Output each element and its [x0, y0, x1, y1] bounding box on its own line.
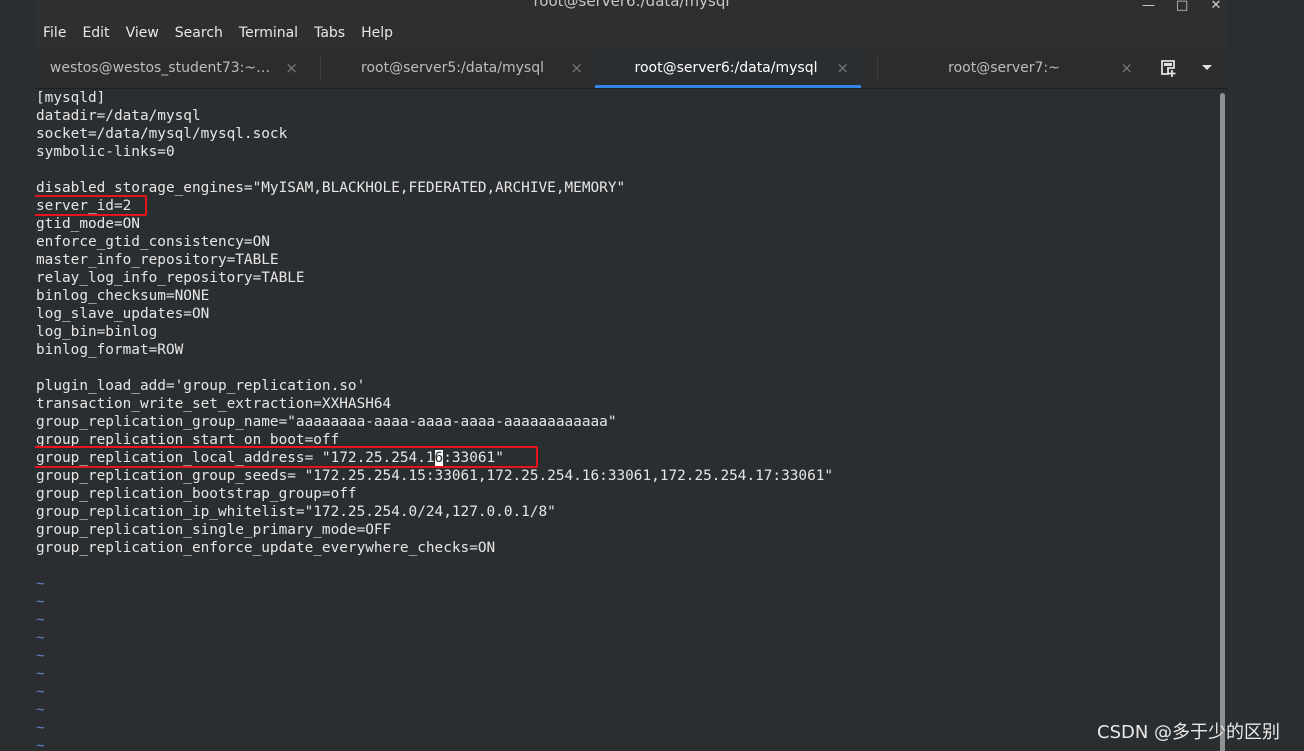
chevron-down-icon[interactable]: [1198, 58, 1216, 76]
terminal-line: [mysqld]: [36, 90, 106, 106]
menu-tabs[interactable]: Tabs: [306, 25, 353, 41]
terminal-line: group_replication_group_seeds= "172.25.2…: [36, 468, 834, 484]
tab-bar: westos@westos_student73:~… × root@server…: [35, 48, 1228, 89]
tab-close-icon[interactable]: ×: [1120, 59, 1133, 77]
terminal-line: group_replication_enforce_update_everywh…: [36, 540, 496, 556]
empty-line-tilde: ~: [36, 576, 45, 592]
terminal-line: symbolic-links=0: [36, 144, 175, 160]
tab-close-icon[interactable]: ×: [285, 59, 298, 77]
terminal-line: enforce_gtid_consistency=ON: [36, 234, 270, 250]
terminal-line: binlog_checksum=NONE: [36, 288, 210, 304]
terminal-line: group_replication_group_name="aaaaaaaa-a…: [36, 414, 617, 430]
highlight-box-local-address: [35, 446, 538, 468]
empty-line-tilde: ~: [36, 666, 45, 682]
terminal-line: transaction_write_set_extraction=XXHASH6…: [36, 396, 392, 412]
menu-help[interactable]: Help: [353, 25, 401, 41]
tab-label: root@server6:/data/mysql: [634, 60, 818, 76]
terminal-line: socket=/data/mysql/mysql.sock: [36, 126, 288, 142]
terminal-line: group_replication_bootstrap_group=off: [36, 486, 357, 502]
tab-close-icon[interactable]: ×: [836, 59, 849, 77]
empty-line-tilde: ~: [36, 738, 45, 751]
terminal-content[interactable]: [mysqld] datadir=/data/mysql socket=/dat…: [35, 89, 1216, 751]
tab-server5[interactable]: root@server5:/data/mysql ×: [320, 48, 595, 88]
empty-line-tilde: ~: [36, 648, 45, 664]
maximize-icon[interactable]: □: [1176, 0, 1188, 13]
terminal-line: master_info_repository=TABLE: [36, 252, 279, 268]
tab-server7[interactable]: root@server7:~ ×: [877, 48, 1145, 88]
empty-line-tilde: ~: [36, 720, 45, 736]
menu-search[interactable]: Search: [167, 25, 231, 41]
new-tab-icon[interactable]: [1157, 57, 1179, 79]
tab-westos-student[interactable]: westos@westos_student73:~… ×: [35, 48, 310, 88]
terminal-line: log_bin=binlog: [36, 324, 158, 340]
menu-file[interactable]: File: [35, 25, 74, 41]
terminal-line: relay_log_info_repository=TABLE: [36, 270, 305, 286]
terminal-line: binlog_format=ROW: [36, 342, 184, 358]
empty-line-tilde: ~: [36, 702, 45, 718]
tab-label: westos@westos_student73:~…: [49, 60, 271, 76]
menu-terminal[interactable]: Terminal: [231, 25, 306, 41]
terminal-line: group_replication_single_primary_mode=OF…: [36, 522, 392, 538]
window-title: root@server6:/data/mysql: [533, 0, 730, 10]
tab-close-icon[interactable]: ×: [570, 59, 583, 77]
empty-line-tilde: ~: [36, 630, 45, 646]
terminal-line: group_replication_ip_whitelist="172.25.2…: [36, 504, 556, 520]
terminal-line: gtid_mode=ON: [36, 216, 140, 232]
close-icon[interactable]: ✕: [1210, 0, 1222, 13]
tab-label: root@server5:/data/mysql: [361, 60, 544, 76]
title-bar[interactable]: root@server6:/data/mysql — □ ✕: [35, 0, 1228, 18]
empty-line-tilde: ~: [36, 612, 45, 628]
tab-label: root@server7:~: [948, 60, 1060, 76]
menu-bar: File Edit View Search Terminal Tabs Help: [35, 18, 1228, 48]
scrollbar-thumb[interactable]: [1220, 93, 1225, 751]
menu-view[interactable]: View: [118, 25, 167, 41]
empty-line-tilde: ~: [36, 594, 45, 610]
watermark: CSDN @多于少的区别: [1097, 722, 1281, 743]
terminal-line: log_slave_updates=ON: [36, 306, 210, 322]
window-controls: — □ ✕: [1142, 0, 1222, 13]
terminal-window: root@server6:/data/mysql — □ ✕ File Edit…: [35, 0, 1228, 751]
terminal-line: datadir=/data/mysql: [36, 108, 201, 124]
minimize-icon[interactable]: —: [1142, 0, 1155, 13]
highlight-box-server-id: [35, 195, 147, 216]
vertical-scrollbar[interactable]: [1217, 89, 1228, 751]
tab-server6[interactable]: root@server6:/data/mysql ×: [595, 48, 861, 88]
terminal-line: plugin_load_add='group_replication.so': [36, 378, 366, 394]
menu-edit[interactable]: Edit: [74, 25, 117, 41]
empty-line-tilde: ~: [36, 684, 45, 700]
